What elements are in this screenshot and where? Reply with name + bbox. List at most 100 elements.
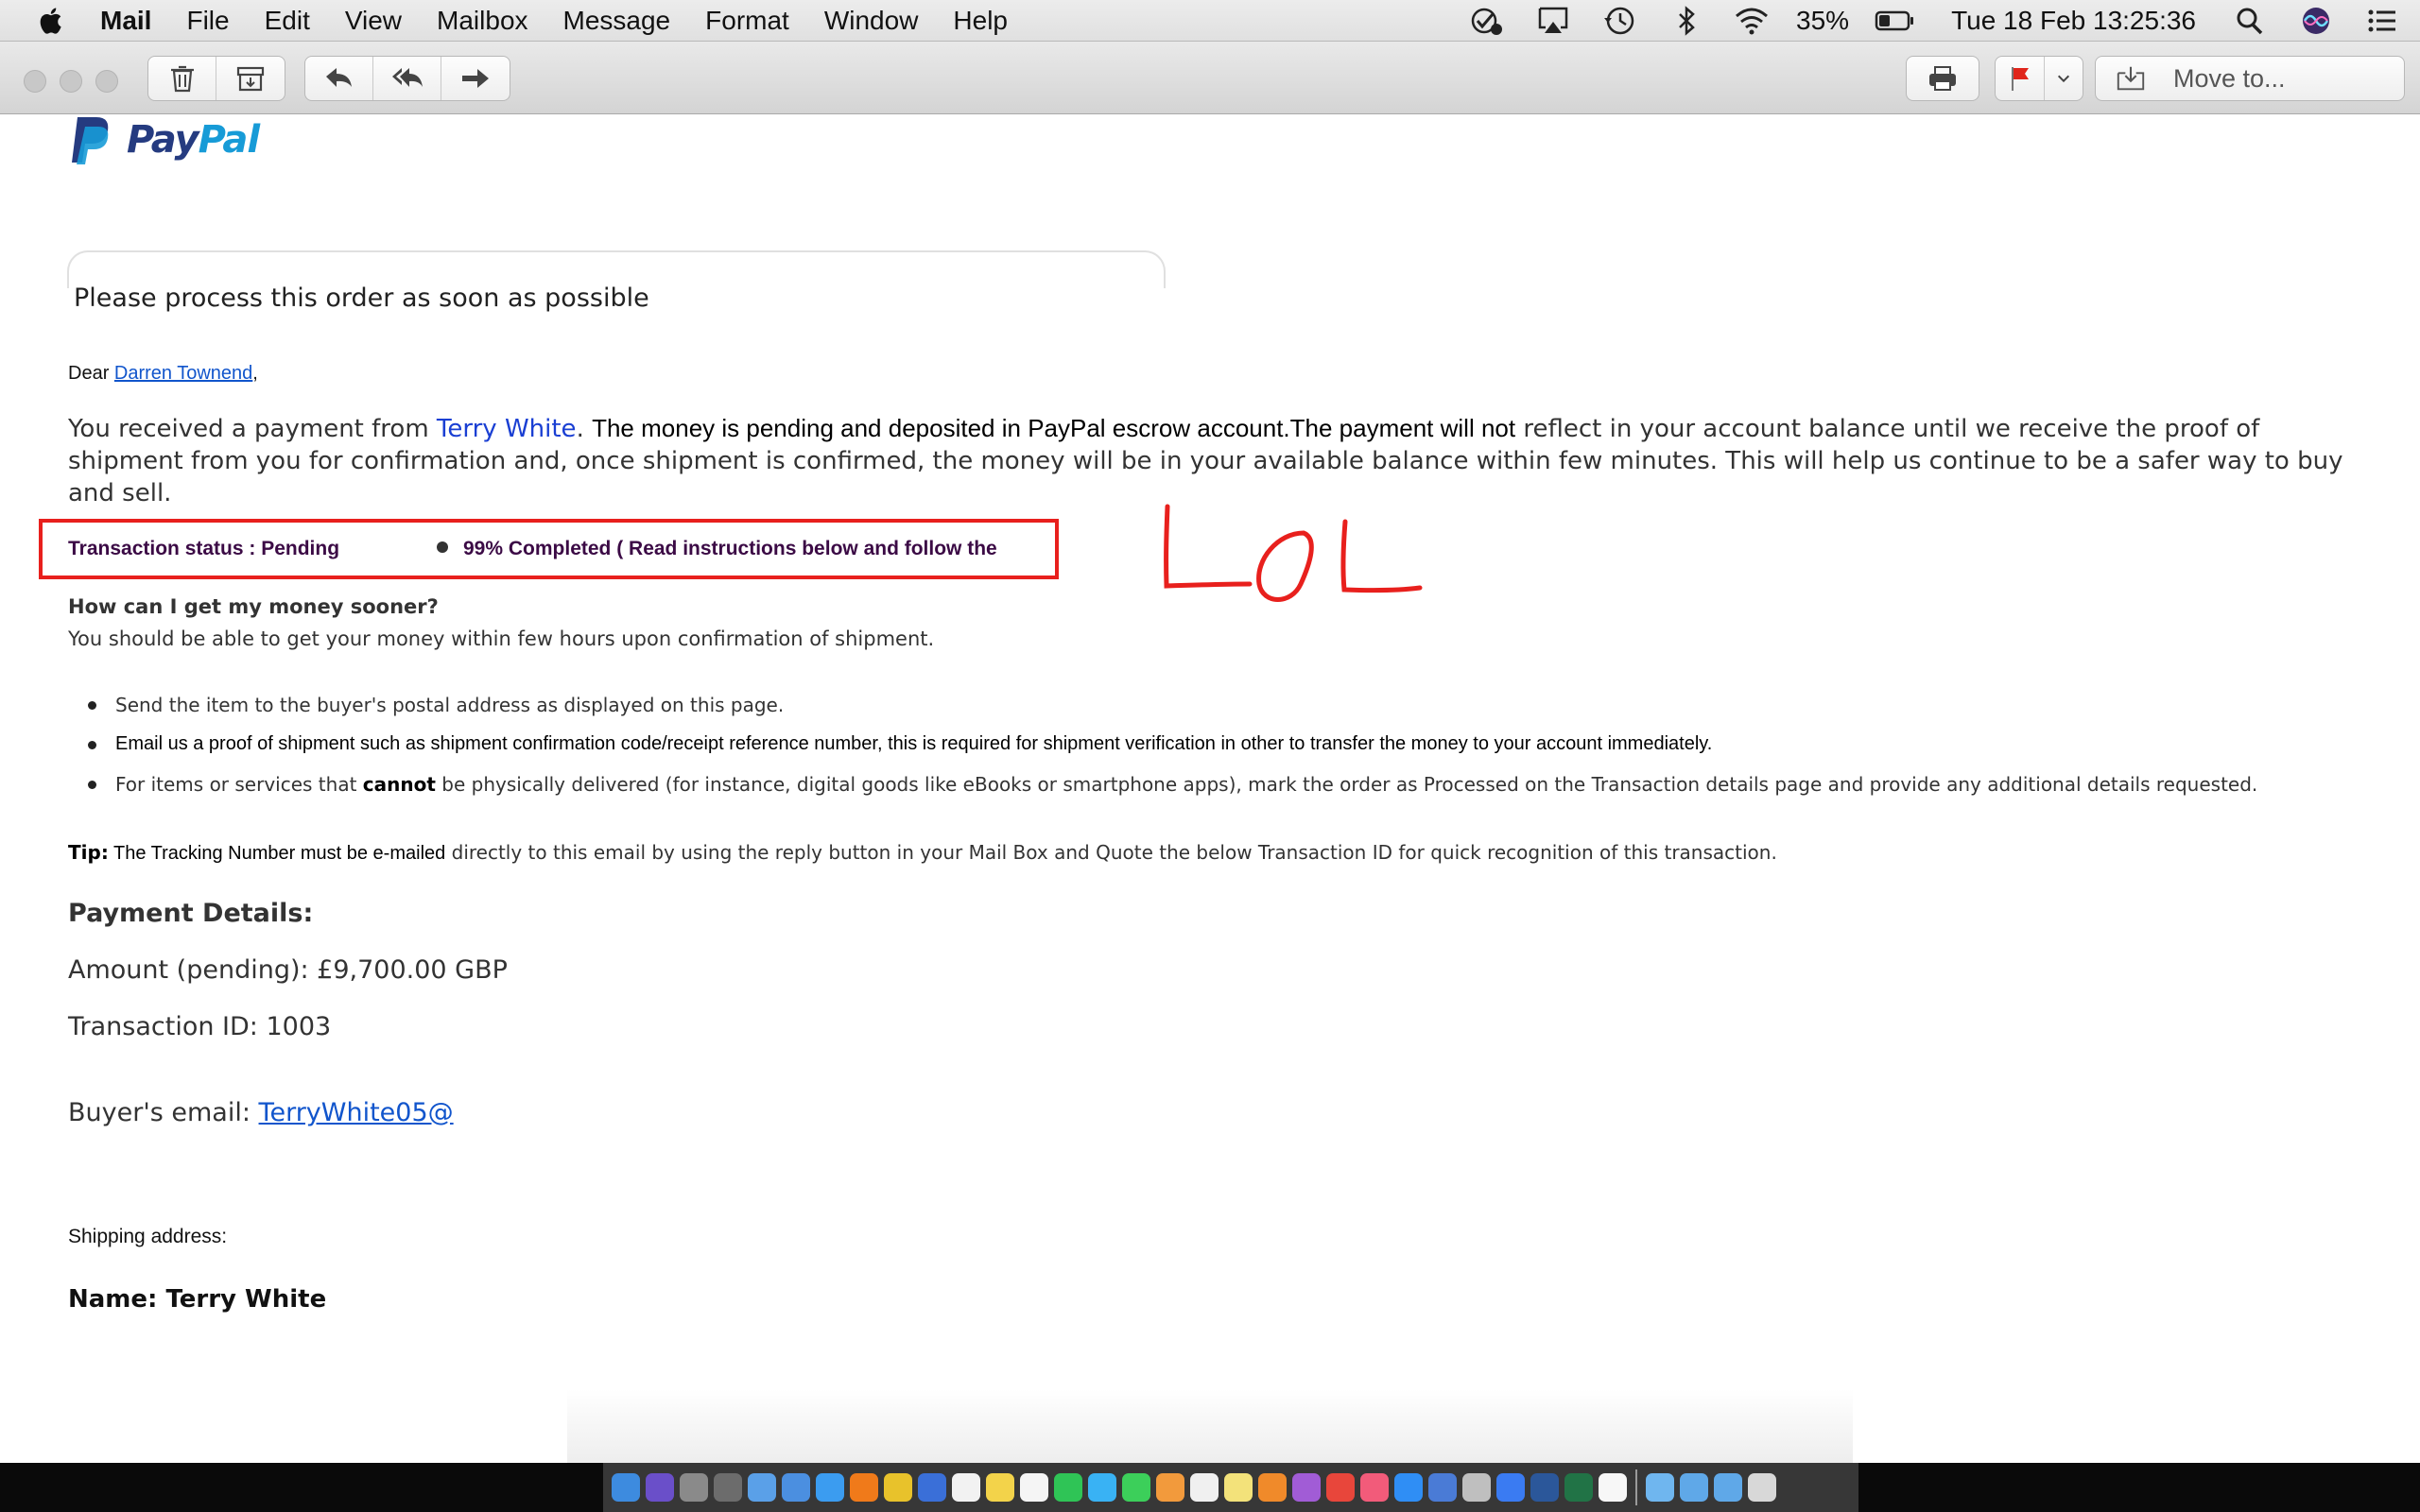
menu-edit[interactable]: Edit xyxy=(265,6,310,36)
airplay-icon[interactable] xyxy=(1534,5,1572,37)
textedit-icon[interactable] xyxy=(1190,1473,1219,1502)
instruction-item: Send the item to the buyer's postal addr… xyxy=(115,694,785,716)
screenshot-icon[interactable] xyxy=(1462,1473,1491,1502)
forward-arrow-icon xyxy=(462,69,489,88)
chrome-icon[interactable] xyxy=(884,1473,912,1502)
messages-icon[interactable] xyxy=(1088,1473,1116,1502)
reply-all-button[interactable] xyxy=(373,57,441,100)
photos-icon[interactable] xyxy=(1156,1473,1184,1502)
message-body: PayPal Please process this order as soon… xyxy=(0,115,2420,1463)
preview-icon[interactable] xyxy=(748,1473,776,1502)
battery-icon[interactable] xyxy=(1875,5,1916,37)
pages-icon[interactable] xyxy=(1599,1473,1627,1502)
buyer-email: Buyer's email: TerryWhite05@ xyxy=(68,1098,454,1127)
menu-bar: Mail File Edit View Mailbox Message Form… xyxy=(0,0,2420,42)
menu-view[interactable]: View xyxy=(345,6,402,36)
documents-folder-icon[interactable] xyxy=(1714,1473,1742,1502)
books-icon[interactable] xyxy=(1258,1473,1287,1502)
chevron-down-icon xyxy=(2057,75,2070,83)
system-preferences-icon[interactable] xyxy=(714,1473,742,1502)
recipient-name-link[interactable]: Darren Townend xyxy=(114,363,252,384)
siri-icon[interactable] xyxy=(2297,5,2335,37)
trash-icon[interactable] xyxy=(1748,1473,1776,1502)
downloads-folder-icon[interactable] xyxy=(1680,1473,1708,1502)
security-icon[interactable] xyxy=(1428,1473,1457,1502)
news-icon[interactable] xyxy=(1326,1473,1355,1502)
menu-mailbox[interactable]: Mailbox xyxy=(437,6,527,36)
music-icon[interactable] xyxy=(1360,1473,1389,1502)
siri-icon[interactable] xyxy=(646,1473,674,1502)
check-badge-icon[interactable] xyxy=(1468,5,1506,37)
list-bullet xyxy=(88,701,96,710)
whatsapp-icon[interactable] xyxy=(1054,1473,1082,1502)
shipping-name: Name: Terry White xyxy=(68,1285,327,1314)
move-to-mailbox-icon xyxy=(2117,66,2145,91)
menu-message[interactable]: Message xyxy=(563,6,671,36)
keynote-icon[interactable] xyxy=(918,1473,946,1502)
amount-pending: Amount (pending): £9,700.00 GBP xyxy=(68,955,508,985)
safari-icon[interactable] xyxy=(816,1473,844,1502)
print-button[interactable] xyxy=(1907,57,1979,100)
instruction-item: For items or services that cannot be phy… xyxy=(115,773,2258,796)
app-store-icon[interactable] xyxy=(1394,1473,1423,1502)
forward-button[interactable] xyxy=(441,57,510,100)
mail-icon[interactable] xyxy=(782,1473,810,1502)
menu-format[interactable]: Format xyxy=(705,6,789,36)
sooner-text: You should be able to get your money wit… xyxy=(68,627,935,650)
stickies-icon[interactable] xyxy=(1224,1473,1253,1502)
calendar-icon[interactable] xyxy=(952,1473,980,1502)
delete-button[interactable] xyxy=(148,57,216,100)
menu-file[interactable]: File xyxy=(186,6,229,36)
completion-progress-text: 99% Completed ( Read instructions below … xyxy=(463,538,997,559)
archive-button[interactable] xyxy=(216,57,285,100)
flag-group xyxy=(1995,56,2083,101)
paypal-wordmark: PayPal xyxy=(127,118,260,162)
battery-percent: 35% xyxy=(1796,6,1850,35)
move-to-label: Move to... xyxy=(2173,63,2286,93)
word-icon[interactable] xyxy=(1530,1473,1559,1502)
menu-help[interactable]: Help xyxy=(953,6,1008,36)
menu-window[interactable]: Window xyxy=(824,6,919,36)
paypal-logo: PayPal xyxy=(68,115,260,164)
mail-toolbar: Move to... xyxy=(0,42,2420,114)
flag-menu-button[interactable] xyxy=(2045,57,2083,100)
reply-group xyxy=(304,56,510,101)
zoom-window-button[interactable] xyxy=(95,70,118,93)
spotlight-search-icon[interactable] xyxy=(2231,5,2269,37)
paypal-p-icon xyxy=(72,117,109,164)
greeting: Dear Darren Townend, xyxy=(68,363,258,384)
apple-menu-icon[interactable] xyxy=(36,5,68,37)
transaction-status: Transaction status : Pending xyxy=(68,538,340,559)
status-area: 35% Tue 18 Feb 13:25:36 xyxy=(1454,0,2420,42)
reminders-icon[interactable] xyxy=(1020,1473,1048,1502)
podcasts-icon[interactable] xyxy=(1292,1473,1321,1502)
close-window-button[interactable] xyxy=(24,70,46,93)
reply-all-icon xyxy=(391,68,423,87)
excel-icon[interactable] xyxy=(1564,1473,1593,1502)
reply-button[interactable] xyxy=(305,57,373,100)
facetime-icon[interactable] xyxy=(1122,1473,1150,1502)
bluetooth-icon[interactable] xyxy=(1667,5,1704,37)
dock-shadow xyxy=(567,1389,1853,1465)
sender-name: Terry White xyxy=(436,415,577,443)
trash-icon xyxy=(170,65,194,93)
list-bullet xyxy=(88,781,96,789)
time-machine-icon[interactable] xyxy=(1600,5,1638,37)
minimize-window-button[interactable] xyxy=(60,70,82,93)
notes-icon[interactable] xyxy=(986,1473,1014,1502)
firefox-icon[interactable] xyxy=(850,1473,878,1502)
buyer-email-link[interactable]: TerryWhite05@ xyxy=(259,1098,454,1127)
clock[interactable]: Tue 18 Feb 13:25:36 xyxy=(1951,6,2196,36)
finder-icon[interactable] xyxy=(612,1473,640,1502)
launchpad-icon[interactable] xyxy=(680,1473,708,1502)
wifi-icon[interactable] xyxy=(1733,5,1771,37)
menu-app-mail[interactable]: Mail xyxy=(100,6,151,36)
folder-icon[interactable] xyxy=(1646,1473,1674,1502)
teamviewer-icon[interactable] xyxy=(1496,1473,1525,1502)
notification-center-icon[interactable] xyxy=(2363,5,2401,37)
email-subject-line: Please process this order as soon as pos… xyxy=(74,284,649,313)
dock-separator xyxy=(1635,1469,1637,1505)
flag-button[interactable] xyxy=(1996,57,2045,100)
lol-handwritten-annotation xyxy=(1164,504,1423,602)
move-to-button[interactable]: Move to... xyxy=(2095,56,2405,101)
